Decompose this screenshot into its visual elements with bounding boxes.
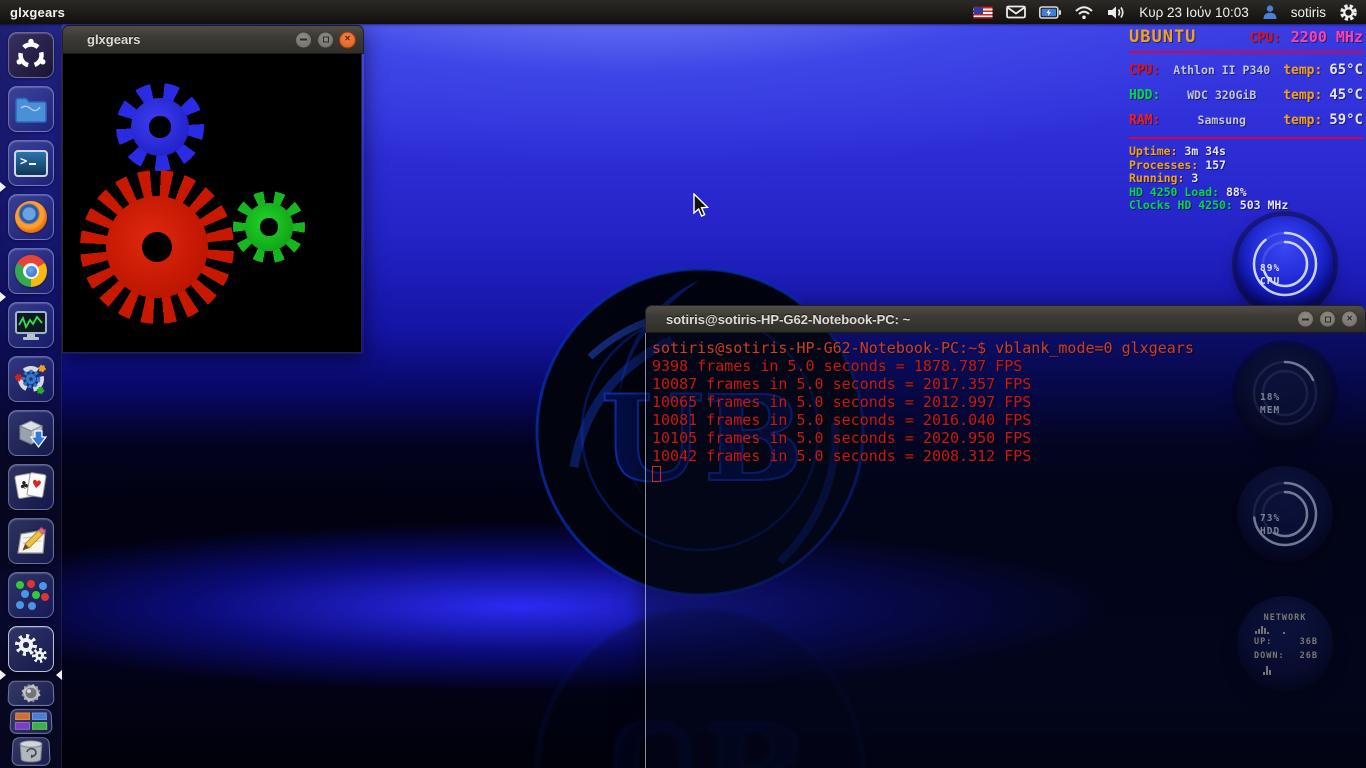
battery-icon[interactable]: [1039, 5, 1062, 19]
focused-indicator-glxgears: [56, 670, 62, 680]
pencil-paper-icon: [17, 526, 47, 554]
terminal-icon: >: [14, 149, 48, 177]
red-gear: [80, 170, 234, 324]
colored-balls-icon: [14, 579, 49, 611]
terminal-line: sotiris@sotiris-HP-G62-Notebook-PC:~$ vb…: [652, 339, 1194, 357]
session-gear-icon[interactable]: [1339, 3, 1358, 22]
conky-separator: [1129, 51, 1363, 53]
desktop: UB UB glxgears Κυρ 23 Ιούν 10:03 sotiris…: [0, 0, 1366, 768]
launcher-item-firefox[interactable]: [8, 194, 54, 240]
terminal-line: 10105 frames in 5.0 seconds = 2020.950 F…: [652, 429, 1032, 447]
gears-icon: [13, 633, 49, 665]
keyboard-layout-flag-icon[interactable]: [973, 5, 994, 19]
minimize-button[interactable]: [295, 31, 312, 48]
launcher-item-system-monitor[interactable]: [8, 302, 54, 348]
workspace-grid-icon: [14, 712, 48, 730]
terminal-window-title: sotiris@sotiris-HP-G62-Notebook-PC: ~: [666, 311, 911, 327]
glxgears-window: glxgears ×: [62, 25, 364, 354]
close-button[interactable]: ×: [1341, 310, 1358, 328]
running-indicator-terminal: [0, 182, 6, 192]
maximize-button[interactable]: [1319, 310, 1336, 328]
conky-uptime: Uptime: 3m 34s: [1129, 144, 1226, 158]
panel-active-app-title: glxgears: [10, 4, 66, 20]
folder-icon: [15, 97, 47, 123]
user-icon: [1263, 5, 1277, 19]
minimize-button[interactable]: [1297, 310, 1314, 328]
terminal-line: 9398 frames in 5.0 seconds = 1878.787 FP…: [652, 357, 1023, 375]
wifi-icon[interactable]: [1074, 5, 1094, 20]
conky-hdd-row: HDD: WDC 320GiB temp: 45°C: [1129, 87, 1363, 103]
conky-cpu-freq-value: 2200 MHz: [1290, 28, 1363, 46]
mace-ball-icon: [21, 683, 41, 703]
mouse-cursor: [693, 193, 710, 217]
conky-system-monitor: UBUNTU CPU: 2200 MHz CPU: Athlon II P340…: [1129, 27, 1363, 213]
launcher-item-chrome[interactable]: [8, 248, 54, 294]
maximize-button[interactable]: [317, 31, 334, 48]
launcher-item-balls-game[interactable]: [8, 572, 54, 618]
close-button[interactable]: ×: [339, 31, 356, 48]
playing-cards-icon: ♣ ♥: [14, 471, 48, 503]
terminal-titlebar[interactable]: sotiris@sotiris-HP-G62-Notebook-PC: ~ ×: [645, 305, 1366, 333]
conky-gpu-clock: Clocks HD 4250: 503 MHz: [1129, 198, 1289, 212]
ubuntu-logo-icon: [16, 38, 46, 68]
indicator-tray: Κυρ 23 Ιούν 10:03 sotiris: [973, 3, 1358, 22]
blue-gear: [116, 83, 204, 171]
package-box-arrow-icon: [18, 419, 48, 448]
volume-icon[interactable]: [1107, 5, 1126, 20]
launcher-item-terminal[interactable]: >: [8, 140, 54, 186]
unity-launcher: > ♣ ♥: [0, 24, 62, 768]
mail-icon[interactable]: [1006, 5, 1027, 19]
conky-gpu-load: HD 4250 Load: 88%: [1129, 184, 1247, 199]
terminal-window: sotiris@sotiris-HP-G62-Notebook-PC: ~ × …: [645, 305, 1366, 768]
conky-distro-label: UBUNTU: [1129, 27, 1197, 47]
launcher-item-glxgears[interactable]: [8, 626, 54, 672]
launcher-item-ubuntu-dash[interactable]: [8, 32, 54, 78]
conky-cpu-row: CPU: Athlon II P340 temp: 65°C: [1129, 62, 1363, 78]
launcher-item-trash[interactable]: [11, 737, 51, 766]
running-indicator-chrome: [0, 292, 6, 302]
terminal-line: 10042 frames in 5.0 seconds = 2008.312 F…: [652, 447, 1032, 465]
running-indicator-glxgears: [0, 670, 6, 680]
conky-cpu-freq-label: CPU:: [1249, 31, 1282, 46]
cpu-gauge: 89% CPU: [1237, 216, 1333, 312]
terminal-line: 10081 frames in 5.0 seconds = 2016.040 F…: [652, 411, 1032, 429]
system-tools-gears-icon: [14, 364, 46, 395]
launcher-item-package-installer[interactable]: [8, 410, 54, 456]
launcher-item-file-manager[interactable]: [8, 86, 54, 132]
terminal-content[interactable]: sotiris@sotiris-HP-G62-Notebook-PC:~$ vb…: [645, 333, 1366, 768]
glxgears-titlebar[interactable]: glxgears ×: [62, 25, 364, 54]
top-panel: glxgears Κυρ 23 Ιούν 10:03 sotiris: [0, 0, 1366, 24]
conky-running: Running: 3: [1129, 171, 1199, 185]
trash-bin-icon: [18, 740, 45, 763]
launcher-item-mace-game[interactable]: [7, 680, 55, 706]
conky-processes: Processes: 157: [1129, 157, 1226, 172]
terminal-line: 10087 frames in 5.0 seconds = 2017.357 F…: [652, 375, 1032, 393]
terminal-line: 10065 frames in 5.0 seconds = 2012.997 F…: [652, 393, 1032, 411]
launcher-item-solitaire[interactable]: ♣ ♥: [8, 464, 54, 510]
clock-indicator[interactable]: Κυρ 23 Ιούν 10:03: [1139, 5, 1249, 20]
terminal-cursor: [652, 466, 661, 482]
firefox-icon: [15, 201, 47, 233]
launcher-item-text-editor[interactable]: [8, 518, 54, 564]
launcher-item-workspace-switcher[interactable]: [9, 708, 53, 734]
launcher-item-system-tools[interactable]: [8, 356, 54, 402]
glxgears-window-title: glxgears: [87, 32, 141, 47]
conky-ram-row: RAM: Samsung temp: 59°C: [1129, 112, 1363, 128]
chrome-icon: [15, 255, 47, 287]
conky-separator: [1129, 137, 1363, 139]
glxgears-render-area: [62, 54, 362, 353]
green-gear: [233, 191, 305, 263]
system-monitor-icon: [15, 310, 47, 340]
session-username[interactable]: sotiris: [1291, 5, 1326, 20]
